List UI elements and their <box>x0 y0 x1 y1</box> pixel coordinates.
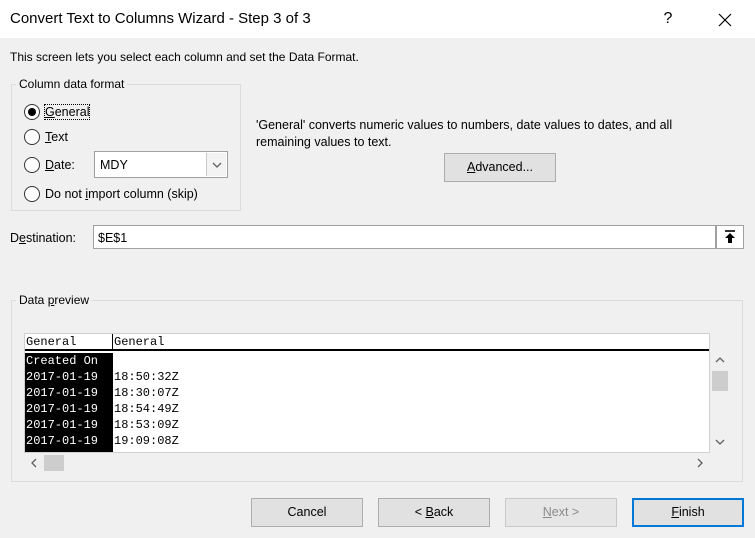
preview-horizontal-scrollbar[interactable] <box>24 453 710 473</box>
date-format-select[interactable]: MDY <box>94 151 228 178</box>
preview-cell: 2017-01-19 <box>26 434 99 448</box>
cancel-button[interactable]: Cancel <box>251 498 363 527</box>
data-preview-legend: Data preview <box>16 293 93 307</box>
chevron-left-icon[interactable] <box>31 458 37 468</box>
destination-input[interactable]: $E$1 <box>93 225 716 249</box>
radio-general-indicator[interactable] <box>24 104 40 120</box>
next-button[interactable]: Next > <box>505 498 617 527</box>
preview-cell: 2017-01-19 <box>26 370 99 384</box>
help-icon: ? <box>663 10 673 27</box>
format-description: 'General' converts numeric values to num… <box>256 118 673 149</box>
preview-cell: 18:50:32Z <box>114 370 179 384</box>
preview-cell: 18:53:09Z <box>114 418 179 432</box>
column-format-legend: Column data format <box>16 77 128 91</box>
close-button[interactable] <box>702 0 748 38</box>
preview-cell: 18:30:07Z <box>114 386 179 400</box>
column-header-2[interactable]: General <box>113 334 709 351</box>
title-bar: Convert Text to Columns Wizard - Step 3 … <box>0 0 755 38</box>
finish-label: Finish <box>671 505 705 519</box>
horizontal-scroll-thumb[interactable] <box>44 455 64 471</box>
radio-skip-label: Do not import column (skip) <box>45 187 198 201</box>
back-button[interactable]: < Back <box>378 498 490 527</box>
preview-cell: 2017-01-19 <box>26 402 99 416</box>
preview-cell: Created On <box>26 354 99 368</box>
collapse-dialog-icon <box>725 230 735 243</box>
preview-cell: 2017-01-19 <box>26 418 99 432</box>
collapse-dialog-button[interactable] <box>716 225 744 249</box>
destination-label: Destination: <box>10 231 77 245</box>
chevron-right-icon[interactable] <box>697 458 703 468</box>
chevron-down-icon[interactable] <box>715 439 725 445</box>
finish-button[interactable]: Finish <box>632 498 744 527</box>
chevron-up-icon[interactable] <box>715 357 725 363</box>
help-button[interactable]: ? <box>648 0 688 38</box>
radio-text-indicator[interactable] <box>24 129 40 145</box>
intro-text: This screen lets you select each column … <box>10 50 359 64</box>
data-preview-grid[interactable]: General General Created On 2017-01-19 18… <box>24 333 710 453</box>
cancel-label: Cancel <box>287 505 327 519</box>
preview-vertical-scrollbar[interactable] <box>710 350 730 453</box>
radio-general[interactable]: General <box>24 104 91 120</box>
vertical-scroll-thumb[interactable] <box>712 371 728 391</box>
close-icon <box>718 13 732 27</box>
radio-general-label: General <box>43 104 91 120</box>
column-header-1[interactable]: General <box>25 334 113 351</box>
radio-skip[interactable]: Do not import column (skip) <box>24 186 198 202</box>
preview-cell: 19:09:08Z <box>114 434 179 448</box>
window-title: Convert Text to Columns Wizard - Step 3 … <box>10 10 311 27</box>
dropdown-button[interactable] <box>206 153 226 176</box>
radio-date-indicator[interactable] <box>24 157 40 173</box>
date-format-value: MDY <box>100 158 128 172</box>
radio-text-label: Text <box>45 130 68 144</box>
advanced-label: Advanced... <box>466 160 534 174</box>
radio-date[interactable]: Date: <box>24 157 75 173</box>
next-label: Next > <box>542 505 580 519</box>
destination-value: $E$1 <box>98 231 128 245</box>
back-label: < Back <box>414 505 454 519</box>
radio-skip-indicator[interactable] <box>24 186 40 202</box>
chevron-down-icon <box>212 162 221 168</box>
preview-cell: 18:54:49Z <box>114 402 179 416</box>
advanced-button[interactable]: Advanced... <box>444 153 556 182</box>
radio-text[interactable]: Text <box>24 129 68 145</box>
preview-cell: 2017-01-19 <box>26 386 99 400</box>
radio-date-label: Date: <box>45 158 75 172</box>
